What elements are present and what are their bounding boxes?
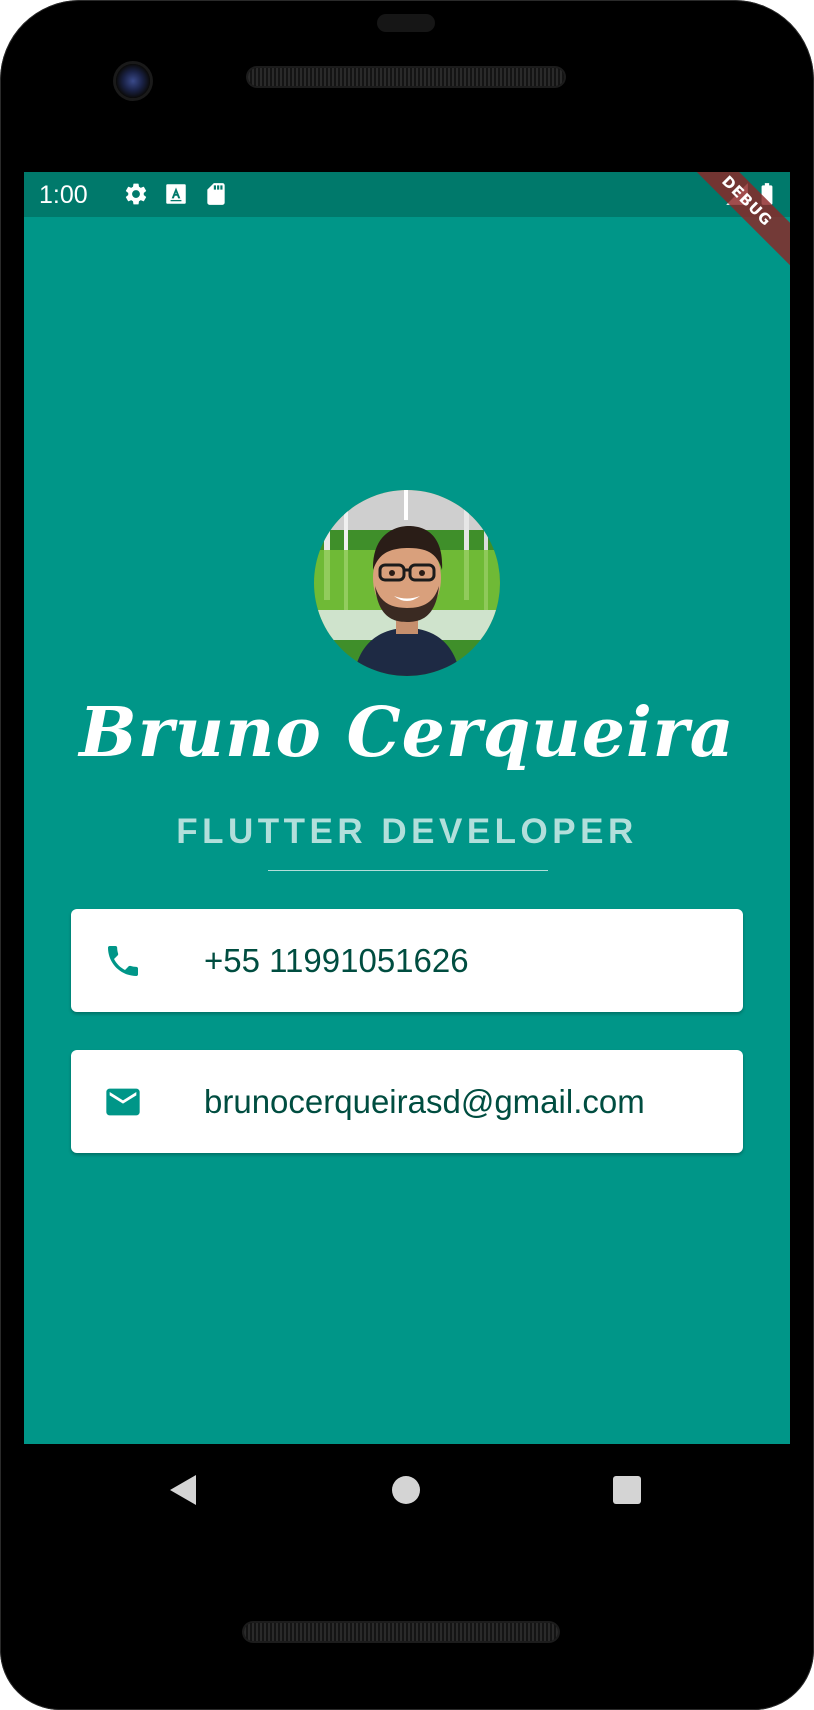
- phone-number: +55 11991051626: [204, 942, 469, 979]
- email-card[interactable]: brunocerqueirasd@gmail.com: [71, 1050, 743, 1153]
- profile-title: FLUTTER DEVELOPER: [176, 812, 638, 851]
- sd-card-icon: [207, 183, 225, 205]
- profile-avatar: [314, 490, 500, 676]
- front-camera: [116, 64, 150, 98]
- phone-icon: [108, 946, 138, 976]
- top-earpiece: [377, 14, 435, 32]
- phone-device-frame: 1:00 DEBUG Bruno Cerqueira FLUTTER DEVEL…: [0, 0, 814, 1710]
- profile-name: Bruno Cerqueira: [79, 693, 735, 773]
- a-keyboard-icon: [166, 184, 186, 204]
- status-bar: 1:00: [24, 172, 790, 217]
- mail-icon: [106, 1088, 140, 1116]
- phone-card[interactable]: +55 11991051626: [71, 909, 743, 1012]
- gear-icon: [125, 183, 147, 205]
- profile-photo: [314, 490, 500, 676]
- top-speaker: [248, 68, 564, 86]
- recents-icon[interactable]: [613, 1476, 641, 1504]
- back-icon[interactable]: [170, 1475, 196, 1505]
- bottom-speaker: [244, 1623, 558, 1641]
- app-screen: 1:00 DEBUG Bruno Cerqueira FLUTTER DEVEL…: [24, 172, 790, 1444]
- title-divider: [268, 870, 548, 871]
- email-address: brunocerqueirasd@gmail.com: [204, 1083, 645, 1120]
- status-time: 1:00: [39, 181, 88, 209]
- home-icon[interactable]: [392, 1476, 420, 1504]
